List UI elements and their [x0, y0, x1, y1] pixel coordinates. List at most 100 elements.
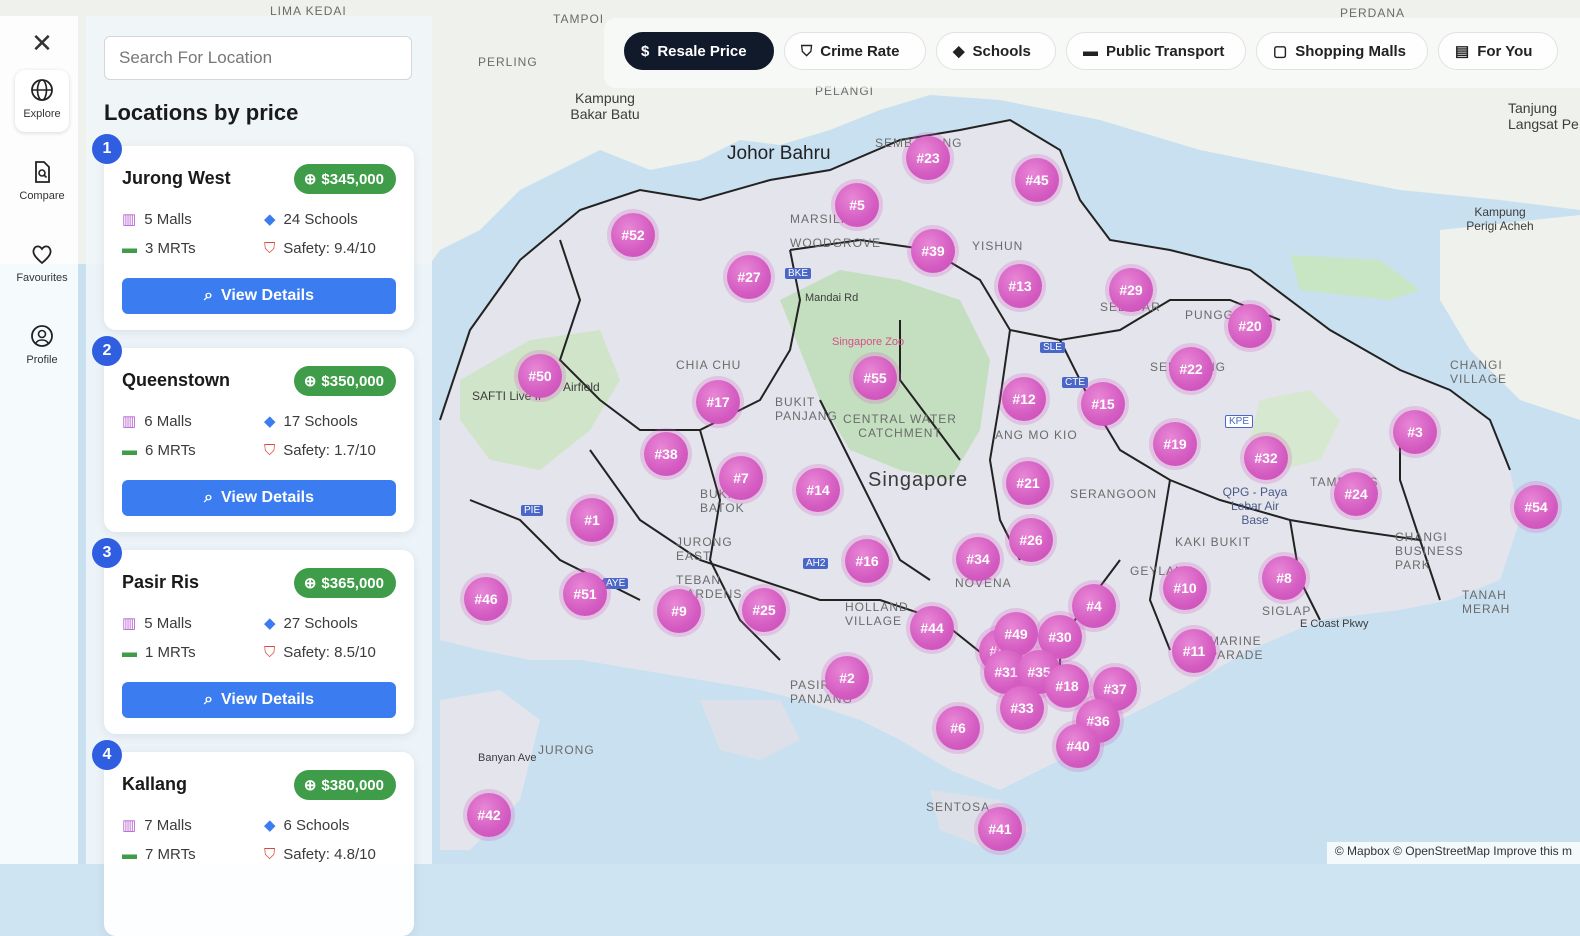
view-details-button[interactable]: ⌕ View Details [122, 682, 396, 718]
rail-item-label: Compare [19, 190, 65, 202]
stat-value: 5 Malls [144, 210, 192, 228]
heart-icon [32, 245, 52, 265]
chip-label: For You [1477, 42, 1533, 60]
district-marker[interactable]: #44 [910, 606, 954, 650]
location-card[interactable]: 3 Pasir Ris ⊕ $365,000 ▥ 5 Malls ◆ 27 Schoo… [92, 538, 414, 734]
district-marker[interactable]: #51 [563, 572, 607, 616]
district-marker[interactable]: #17 [696, 380, 740, 424]
district-marker[interactable]: #2 [825, 656, 869, 700]
filter-chip-shopping-malls[interactable]: ▢ Shopping Malls [1256, 32, 1428, 70]
search-icon: ⌕ [203, 489, 213, 506]
truck-icon: ▬ [122, 442, 137, 459]
rank-badge: 1 [92, 134, 122, 164]
district-marker[interactable]: #13 [998, 264, 1042, 308]
district-marker[interactable]: #15 [1081, 382, 1125, 426]
truck-icon: ▬ [122, 644, 137, 661]
stat-schools: ◆ 27 Schools [264, 614, 358, 633]
rail-item-explore[interactable]: Explore [15, 70, 69, 132]
district-marker[interactable]: #20 [1228, 304, 1272, 348]
district-marker[interactable]: #6 [936, 706, 980, 750]
district-marker[interactable]: #21 [1006, 461, 1050, 505]
district-marker[interactable]: #9 [657, 589, 701, 633]
filter-chip-resale-price[interactable]: $ Resale Price [624, 32, 774, 70]
rail-item-compare[interactable]: Compare [15, 152, 69, 214]
district-marker[interactable]: #14 [796, 468, 840, 512]
location-name: Queenstown [122, 370, 231, 390]
district-marker[interactable]: #1 [570, 498, 614, 542]
district-marker[interactable]: #27 [727, 255, 771, 299]
view-details-button[interactable]: ⌕ View Details [122, 278, 396, 314]
district-marker[interactable]: #23 [906, 136, 950, 180]
graduation-cap-icon: ◆ [264, 413, 276, 430]
filter-chip-schools[interactable]: ◆ Schools [936, 32, 1056, 70]
map-label: MARINE PARADE [1209, 634, 1264, 662]
stat-value: 6 Schools [283, 816, 350, 834]
stat-mrts: ▬ 3 MRTs [122, 240, 196, 257]
district-marker[interactable]: #24 [1334, 472, 1378, 516]
district-marker[interactable]: #42 [467, 793, 511, 837]
district-marker[interactable]: #8 [1262, 556, 1306, 600]
rail-item-favourites[interactable]: Favourites [15, 234, 69, 296]
mall-icon: ▥ [122, 413, 137, 430]
dollar-circle-icon: $ [641, 42, 650, 60]
location-name: Kallang [122, 774, 188, 794]
close-icon[interactable]: ✕ [27, 28, 57, 58]
district-marker[interactable]: #16 [845, 539, 889, 583]
district-marker[interactable]: #22 [1169, 347, 1213, 391]
district-marker[interactable]: #54 [1514, 485, 1558, 529]
district-marker[interactable]: #10 [1163, 566, 1207, 610]
district-marker[interactable]: #4 [1072, 584, 1116, 628]
location-card[interactable]: 1 Jurong West ⊕ $345,000 ▥ 5 Malls ◆ 24 Sch… [92, 134, 414, 330]
view-details-button[interactable]: ⌕ View Details [122, 480, 396, 516]
stat-value: 6 Malls [144, 412, 192, 430]
filter-chip-crime-rate[interactable]: ⛉ Crime Rate [784, 32, 926, 70]
district-marker[interactable]: #32 [1244, 436, 1288, 480]
road-shield: SLE [1040, 342, 1065, 353]
map-label: Kampung Bakar Batu [570, 90, 640, 122]
map-attribution[interactable]: © Mapbox © OpenStreetMap Improve this m [1326, 842, 1580, 864]
district-marker[interactable]: #25 [742, 588, 786, 632]
district-marker[interactable]: #7 [719, 456, 763, 500]
location-card[interactable]: 4 Kallang ⊕ $380,000 ▥ 7 Malls ◆ 6 Schools … [92, 740, 414, 936]
filter-chip-for-you[interactable]: ▤ For You [1438, 32, 1558, 70]
district-marker[interactable]: #5 [835, 183, 879, 227]
district-marker[interactable]: #46 [464, 577, 508, 621]
search-icon: ⌕ [203, 287, 213, 304]
district-marker[interactable]: #3 [1393, 410, 1437, 454]
district-marker[interactable]: #34 [956, 537, 1000, 581]
district-marker[interactable]: #18 [1045, 664, 1089, 708]
chip-label: Public Transport [1106, 42, 1225, 60]
filter-chip-public-transport[interactable]: ▬ Public Transport [1066, 32, 1246, 70]
district-marker[interactable]: #50 [518, 354, 562, 398]
district-marker[interactable]: #38 [644, 432, 688, 476]
district-marker[interactable]: #49 [994, 612, 1038, 656]
district-marker[interactable]: #52 [611, 213, 655, 257]
price-badge: ⊕ $350,000 [293, 366, 396, 396]
district-marker[interactable]: #11 [1172, 629, 1216, 673]
stat-safety: ⛉ Safety: 8.5/10 [264, 644, 376, 661]
mall-icon: ▥ [122, 211, 137, 228]
district-marker[interactable]: #40 [1056, 724, 1100, 768]
road-shield: CTE [1062, 377, 1088, 388]
price-value: $365,000 [321, 574, 384, 592]
price-badge: ⊕ $345,000 [293, 164, 396, 194]
district-marker[interactable]: #19 [1153, 422, 1197, 466]
district-marker[interactable]: #45 [1015, 158, 1059, 202]
district-marker[interactable]: #39 [911, 229, 955, 273]
globe-icon [31, 79, 53, 101]
map-label: WOODGROVE [790, 236, 882, 250]
search-input[interactable] [104, 36, 412, 80]
map-label: E Coast Pkwy [1300, 618, 1369, 630]
rail-item-profile[interactable]: Profile [15, 316, 69, 378]
stat-safety: ⛉ Safety: 1.7/10 [264, 442, 376, 459]
district-marker[interactable]: #33 [1000, 686, 1044, 730]
map-label: Johor Bahru [727, 143, 831, 164]
district-marker[interactable]: #41 [978, 807, 1022, 851]
district-marker[interactable]: #12 [1002, 377, 1046, 421]
truck-icon: ▬ [122, 240, 137, 257]
district-marker[interactable]: #55 [853, 356, 897, 400]
district-marker[interactable]: #29 [1109, 268, 1153, 312]
map-label: CENTRAL WATER CATCHMENT [843, 412, 957, 440]
district-marker[interactable]: #26 [1009, 518, 1053, 562]
location-card[interactable]: 2 Queenstown ⊕ $350,000 ▥ 6 Malls ◆ 17 Scho… [92, 336, 414, 532]
